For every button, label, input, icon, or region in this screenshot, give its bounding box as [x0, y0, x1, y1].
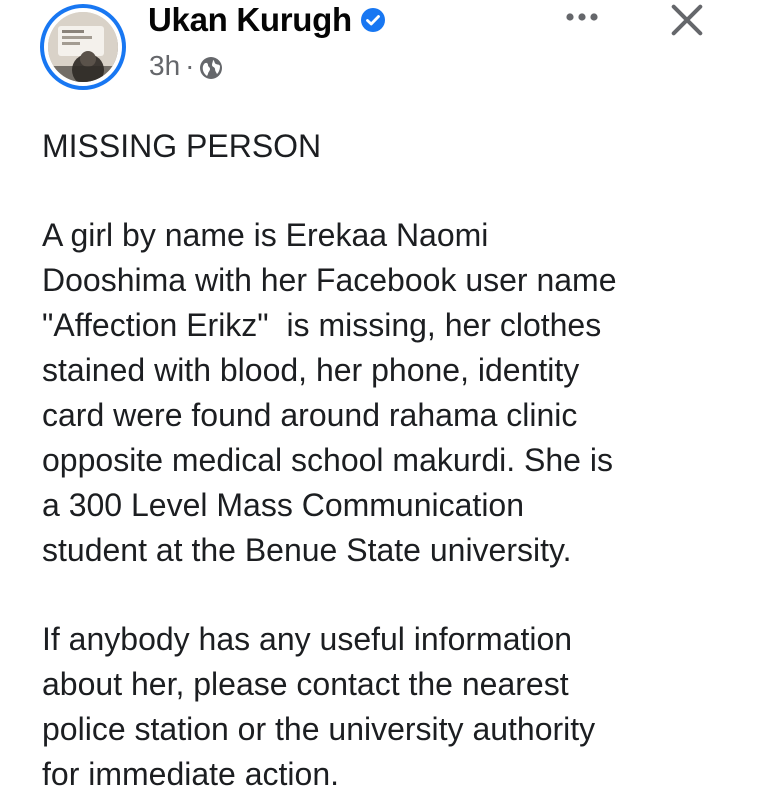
post-line: stained with blood, her phone, identity [42, 352, 580, 388]
post-line: student at the Benue State university. [42, 532, 572, 568]
post-line: police station or the university authori… [42, 711, 596, 747]
post-line: If anybody has any useful information [42, 621, 573, 657]
post-line: "Affection Erikz" is missing, her clothe… [42, 307, 602, 343]
author-row: Ukan Kurugh [148, 0, 386, 40]
post-paragraph-2: If anybody has any useful information ab… [42, 617, 742, 797]
post-timestamp[interactable]: 3h [149, 50, 180, 82]
post-line: about her, please contact the nearest [42, 666, 569, 702]
profile-photo [48, 12, 118, 82]
author-name[interactable]: Ukan Kurugh [148, 1, 352, 39]
post-line: card were found around rahama clinic [42, 397, 578, 433]
post-line: a 300 Level Mass Communication [42, 487, 525, 523]
profile-photo-graphic [48, 12, 118, 82]
post-line: Dooshima with her Facebook user name [42, 262, 617, 298]
close-button[interactable] [664, 0, 710, 40]
avatar[interactable] [40, 4, 126, 90]
post-line: A girl by name is Erekaa Naomi [42, 217, 489, 253]
more-options-button[interactable] [560, 2, 604, 32]
verified-badge-icon [360, 7, 386, 33]
post-body: MISSING PERSON A girl by name is Erekaa … [42, 124, 742, 797]
more-options-icon [566, 13, 598, 21]
meta-separator: · [185, 50, 195, 81]
close-icon [671, 4, 703, 36]
globe-icon[interactable] [199, 55, 223, 79]
facebook-post: Ukan Kurugh 3h · MISSING PERSON A girl b… [0, 0, 759, 802]
post-line: opposite medical school makurdi. She is [42, 442, 613, 478]
post-meta: 3h · [149, 50, 223, 82]
post-line: for immediate action. [42, 756, 340, 792]
post-paragraph-1: A girl by name is Erekaa Naomi Dooshima … [42, 213, 742, 573]
post-heading: MISSING PERSON [42, 128, 322, 164]
